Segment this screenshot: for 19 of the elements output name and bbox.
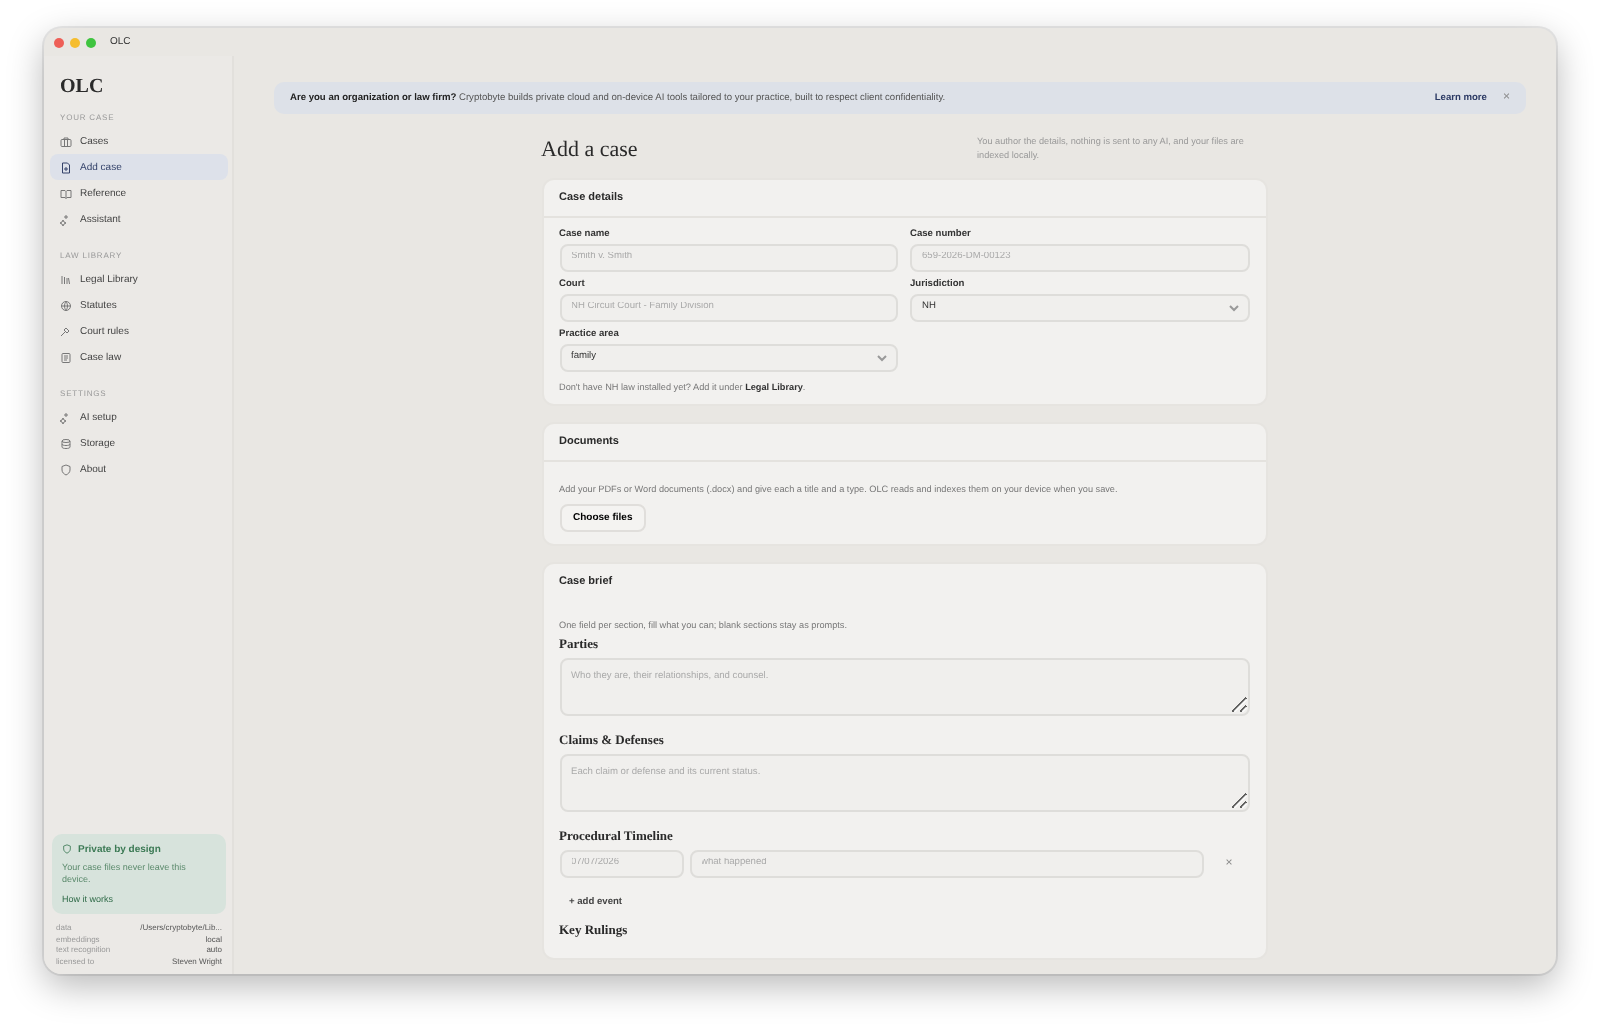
shield-icon — [62, 844, 72, 855]
briefcase-icon — [60, 135, 72, 147]
minimize-window-icon[interactable] — [70, 37, 80, 47]
doc-icon — [60, 351, 72, 363]
book-icon — [60, 187, 72, 199]
page-title: Add a case — [541, 136, 638, 164]
chevron-down-icon — [878, 355, 886, 360]
sparkle-icon — [60, 411, 72, 423]
chevron-down-icon — [1229, 305, 1237, 310]
app-logo: OLC — [58, 76, 106, 98]
gavel-icon — [60, 325, 72, 337]
bars-icon — [60, 273, 72, 285]
zoom-window-icon[interactable] — [86, 37, 96, 47]
file-plus-icon — [60, 161, 72, 173]
close-window-icon[interactable] — [54, 37, 64, 47]
shield-icon — [60, 463, 72, 475]
globe-icon — [60, 299, 72, 311]
sparkle-icon — [60, 213, 72, 225]
database-icon — [60, 437, 72, 449]
